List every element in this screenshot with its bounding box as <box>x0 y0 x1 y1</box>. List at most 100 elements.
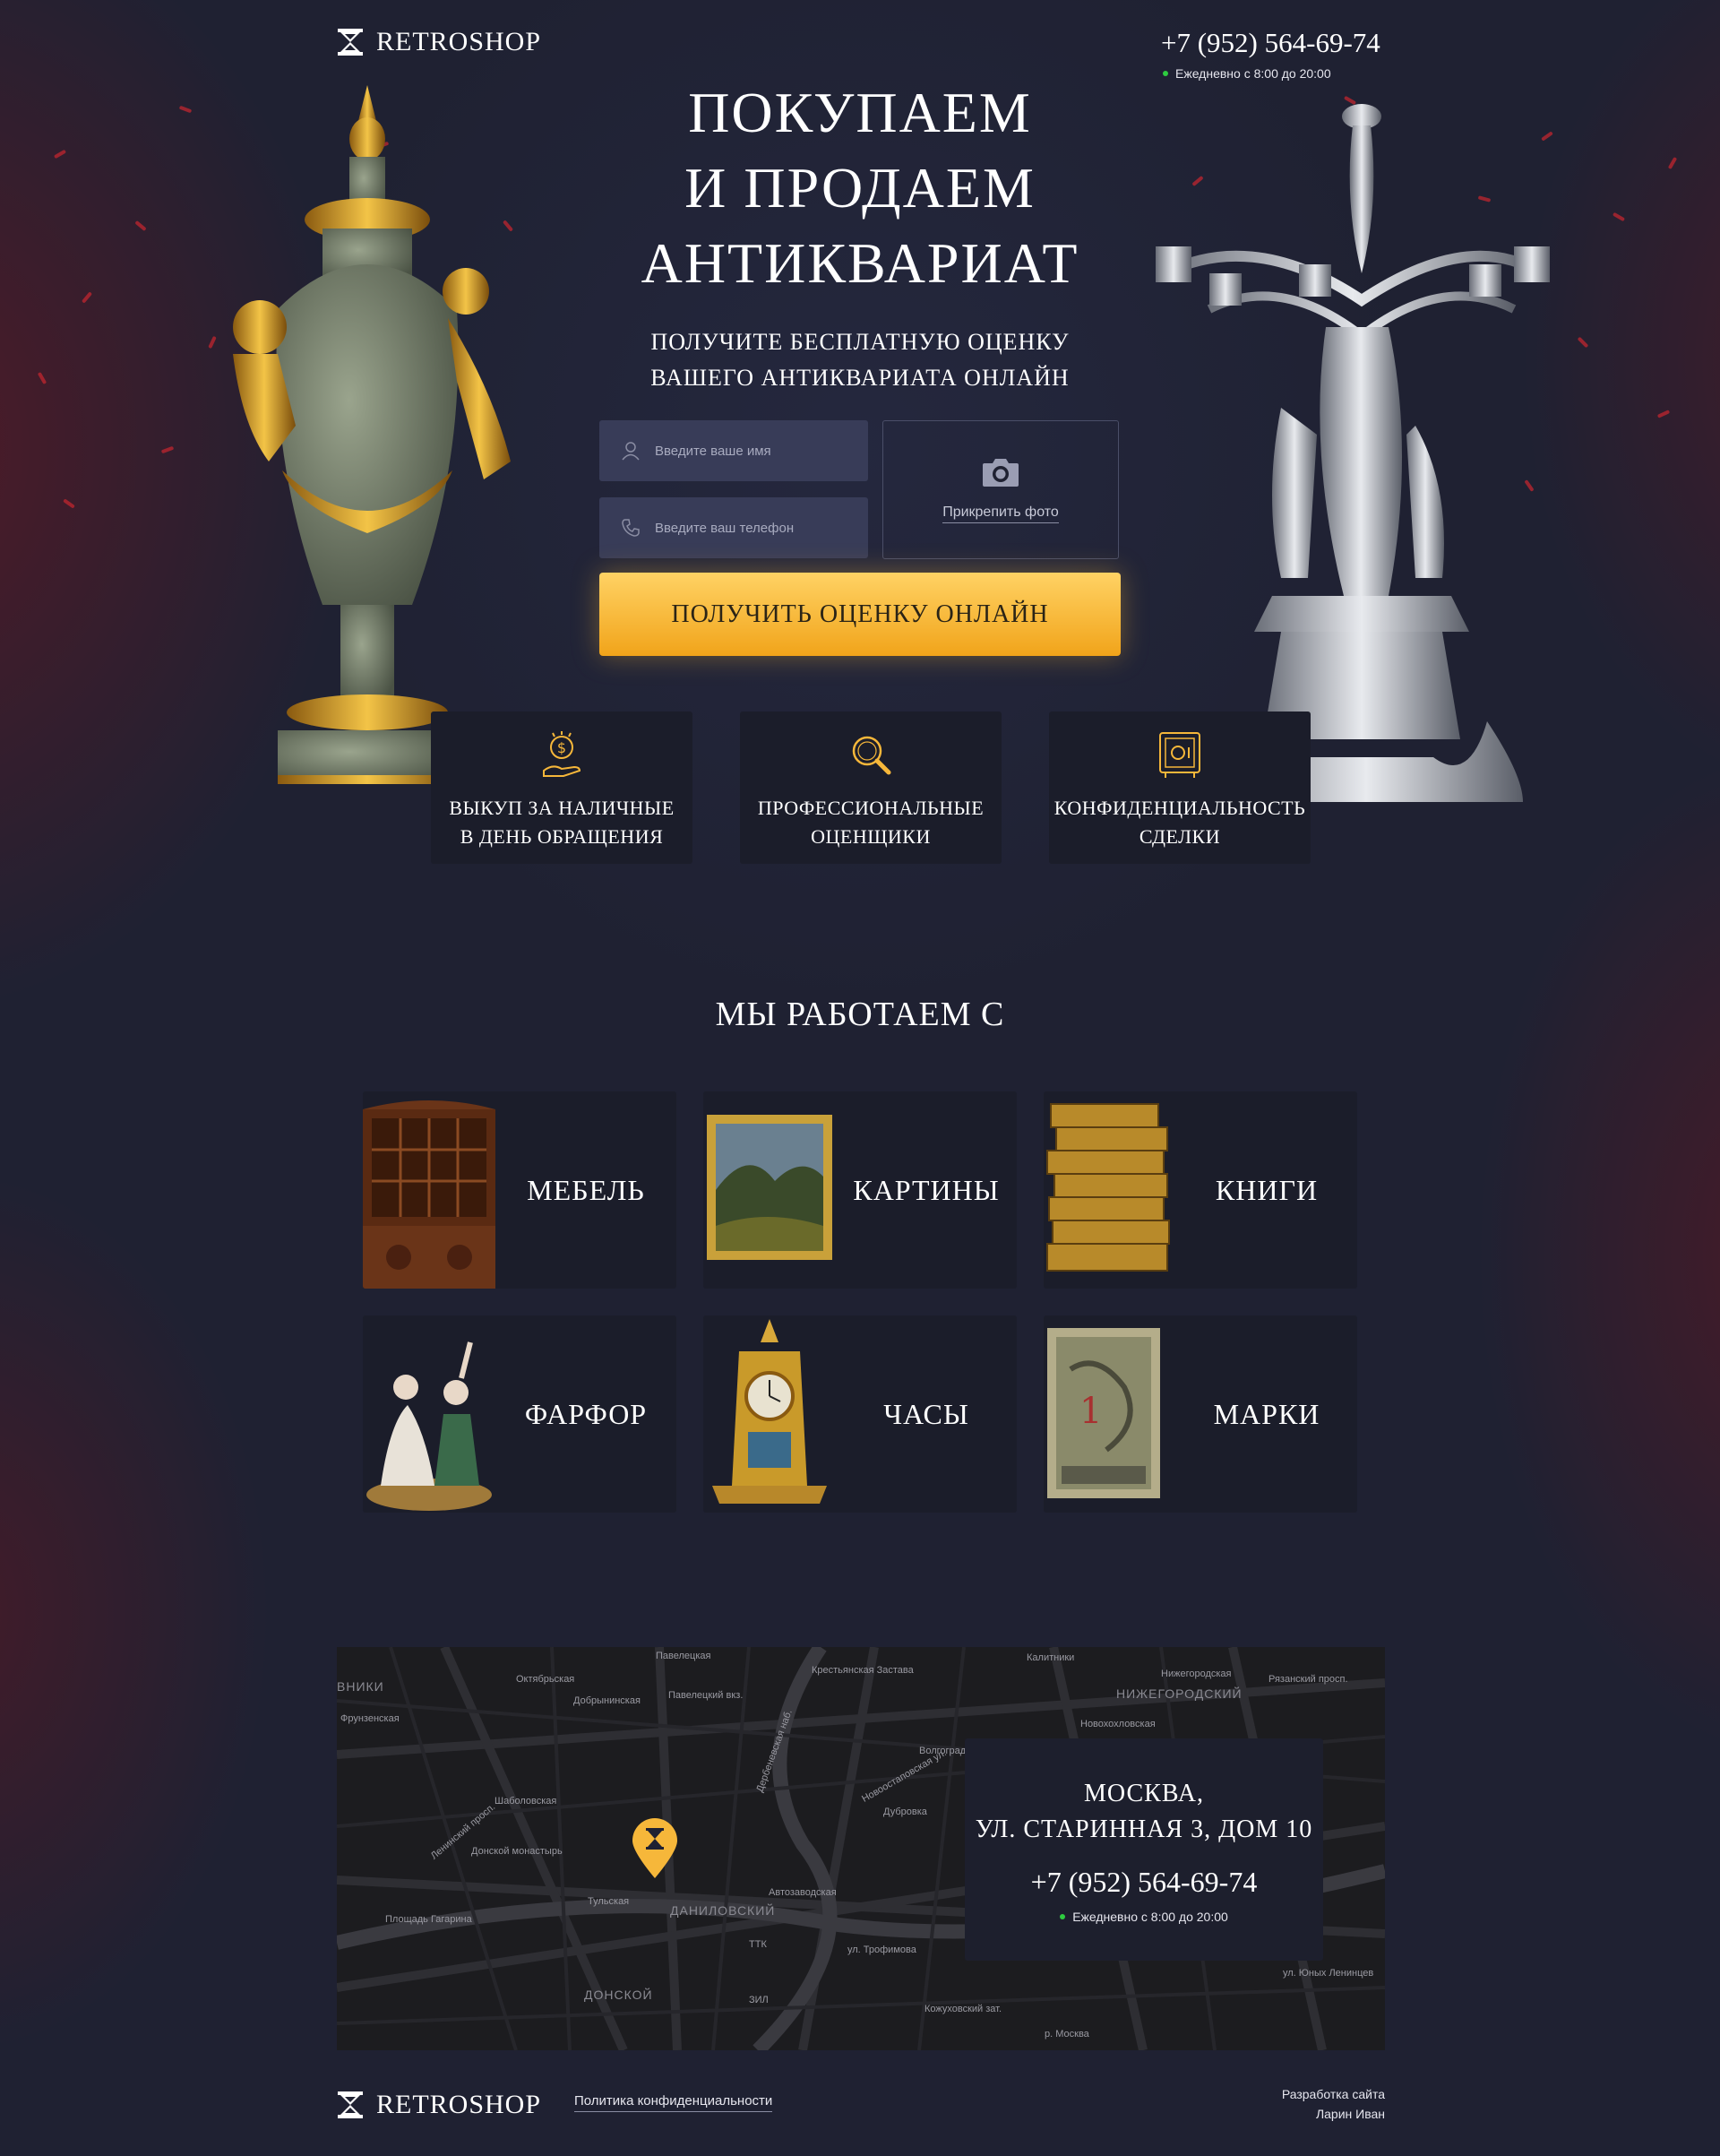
map-label: ДАНИЛОВСКИЙ <box>670 1903 776 1918</box>
category-paintings[interactable]: КАРТИНЫ <box>703 1091 1017 1289</box>
attach-photo-button[interactable]: Прикрепить фото <box>882 420 1119 559</box>
address-city: МОСКВА, <box>1084 1780 1204 1807</box>
developer-credit-line1: Разработка сайта <box>1281 2087 1385 2101</box>
map-label: р. Москва <box>1045 2029 1089 2040</box>
category-books-label: КНИГИ <box>1215 1173 1319 1206</box>
map-label: ул. Юных Ленинцев <box>1283 1968 1374 1979</box>
hero-subtitle-line2: ВАШЕГО АНТИКВАРИАТА ОНЛАЙН <box>650 365 1070 391</box>
feature-confidentiality: КОНФИДЕНЦИАЛЬНОСТЬ СДЕЛКИ <box>1049 711 1311 864</box>
category-books[interactable]: КНИГИ <box>1044 1091 1357 1289</box>
category-paintings-label: КАРТИНЫ <box>853 1173 1000 1206</box>
logo-text: RETROSHOP <box>376 27 542 56</box>
categories-title: МЫ РАБОТАЕМ С <box>715 996 1005 1033</box>
silver-candelabra-image <box>1156 104 1550 802</box>
hero-title-line3: АНТИКВАРИАТ <box>641 231 1079 295</box>
attach-photo-label: Прикрепить фото <box>942 505 1059 523</box>
feature-confidentiality-line2: СДЕЛКИ <box>1139 825 1221 848</box>
address-card: МОСКВА, УЛ. СТАРИННАЯ 3, ДОМ 10 +7 (952)… <box>965 1738 1323 1961</box>
feature-cash: $ ВЫКУП ЗА НАЛИЧНЫЕ В ДЕНЬ ОБРАЩЕНИЯ <box>431 711 692 864</box>
map-pin-icon[interactable] <box>631 1817 679 1880</box>
category-clocks-label: ЧАСЫ <box>883 1397 969 1430</box>
svg-text:$: $ <box>557 739 566 756</box>
developer-credit-line2[interactable]: Ларин Иван <box>1236 2104 1385 2124</box>
name-input[interactable]: Введите ваше имя <box>599 420 868 481</box>
map-label: Новохохловская <box>1080 1719 1156 1729</box>
map-label: Калитники <box>1027 1652 1075 1663</box>
hero-title-line1: ПОКУПАЕМ <box>688 81 1032 144</box>
online-dot-icon <box>1060 1914 1066 1919</box>
footer-logo-text: RETROSHOP <box>376 2090 542 2119</box>
map-label: Площадь Гагарина <box>385 1914 472 1925</box>
category-stamps[interactable]: 1 МАРКИ <box>1044 1315 1357 1513</box>
address-hours: Ежедневно с 8:00 до 20:00 <box>965 1910 1323 1924</box>
phone-input-placeholder: Введите ваш телефон <box>655 520 795 536</box>
map-label: Дубровка <box>883 1807 927 1817</box>
map-label: Тульская <box>588 1896 630 1907</box>
camera-icon <box>983 459 1019 487</box>
books-image <box>1046 1103 1170 1272</box>
header-hours-text: Ежедневно с 8:00 до 20:00 <box>1175 66 1331 81</box>
address-phone[interactable]: +7 (952) 564-69-74 <box>965 1866 1323 1899</box>
map-label: ЗИЛ <box>749 1995 769 2005</box>
address-hours-text: Ежедневно с 8:00 до 20:00 <box>1072 1910 1228 1924</box>
category-clocks[interactable]: ЧАСЫ <box>703 1315 1017 1513</box>
feature-appraisers-line2: ОЦЕНЩИКИ <box>811 825 931 848</box>
hourglass-logo-icon <box>338 29 363 56</box>
map-label: Нижегородская <box>1161 1669 1232 1679</box>
antique-vase-image <box>233 85 511 784</box>
hero-title: ПОКУПАЕМ И ПРОДАЕМ АНТИКВАРИАТ <box>591 75 1129 301</box>
map-label: Шаболовская <box>494 1796 557 1807</box>
map-label: Рязанский просп. <box>1268 1674 1348 1685</box>
map-label: НИЖЕГОРОДСКИЙ <box>1116 1686 1243 1701</box>
hero-subtitle: ПОЛУЧИТЕ БЕСПЛАТНУЮ ОЦЕНКУ ВАШЕГО АНТИКВ… <box>591 324 1129 396</box>
developer-credit: Разработка сайта Ларин Иван <box>1236 2084 1385 2124</box>
header-hours: Ежедневно с 8:00 до 20:00 <box>1163 66 1331 81</box>
hero-subtitle-line1: ПОЛУЧИТЕ БЕСПЛАТНУЮ ОЦЕНКУ <box>650 329 1070 355</box>
safe-icon <box>1159 732 1200 778</box>
header-phone[interactable]: +7 (952) 564-69-74 <box>1161 27 1380 59</box>
user-icon <box>622 442 640 461</box>
map-label: ул. Трофимова <box>847 1945 916 1955</box>
get-estimate-button[interactable]: ПОЛУЧИТЬ ОЦЕНКУ ОНЛАЙН <box>599 573 1121 656</box>
feature-cash-line2: В ДЕНЬ ОБРАЩЕНИЯ <box>460 825 664 848</box>
map-label: ДОНСКОЙ <box>584 1988 653 2002</box>
privacy-policy-link[interactable]: Политика конфиденциальности <box>574 2093 773 2112</box>
feature-appraisers: ПРОФЕССИОНАЛЬНЫЕ ОЦЕНЩИКИ <box>740 711 1002 864</box>
map-label: Кожуховский зат. <box>924 2004 1002 2014</box>
map-label: Павелецкая <box>656 1651 711 1661</box>
feature-appraisers-line1: ПРОФЕССИОНАЛЬНЫЕ <box>757 797 985 819</box>
map-label: Фрунзенская <box>340 1713 400 1724</box>
feature-cash-line1: ВЫКУП ЗА НАЛИЧНЫЕ <box>449 797 675 819</box>
address-street: УЛ. СТАРИННАЯ 3, ДОМ 10 <box>975 1815 1313 1843</box>
category-porcelain[interactable]: ФАРФОР <box>363 1315 676 1513</box>
category-furniture[interactable]: МЕБЕЛЬ <box>363 1091 676 1289</box>
svg-text:1: 1 <box>1079 1391 1102 1432</box>
magnifier-icon <box>852 736 891 775</box>
furniture-image <box>363 1100 495 1289</box>
map-label: Добрынинская <box>573 1695 641 1706</box>
map-label: Автозаводская <box>769 1887 837 1898</box>
map-label: ВНИКИ <box>337 1679 384 1694</box>
stamp-image: 1 <box>1047 1328 1160 1498</box>
phone-icon <box>622 519 640 537</box>
category-porcelain-label: ФАРФОР <box>524 1397 648 1430</box>
map-label: ТТК <box>749 1939 767 1950</box>
category-stamps-label: МАРКИ <box>1213 1397 1320 1430</box>
name-input-placeholder: Введите ваше имя <box>655 443 771 459</box>
map-label: Октябрьская <box>516 1674 575 1685</box>
footer-logo[interactable]: RETROSHOP <box>337 2090 541 2120</box>
header-logo[interactable]: RETROSHOP <box>337 27 541 57</box>
clock-image <box>712 1319 827 1504</box>
cash-hand-icon: $ <box>543 731 581 777</box>
porcelain-image <box>366 1341 492 1511</box>
painting-image <box>707 1115 832 1260</box>
map-label: Крестьянская Застава <box>812 1665 914 1676</box>
category-furniture-label: МЕБЕЛЬ <box>527 1173 645 1206</box>
feature-confidentiality-line1: КОНФИДЕНЦИАЛЬНОСТЬ <box>1054 797 1306 819</box>
map-label: Павелецкий вкз. <box>668 1690 744 1701</box>
hero-title-line2: И ПРОДАЕМ <box>684 156 1036 220</box>
map-label: Донской монастырь <box>471 1846 563 1857</box>
online-dot-icon <box>1163 71 1168 76</box>
hourglass-logo-icon <box>338 2091 363 2118</box>
phone-input[interactable]: Введите ваш телефон <box>599 497 868 558</box>
